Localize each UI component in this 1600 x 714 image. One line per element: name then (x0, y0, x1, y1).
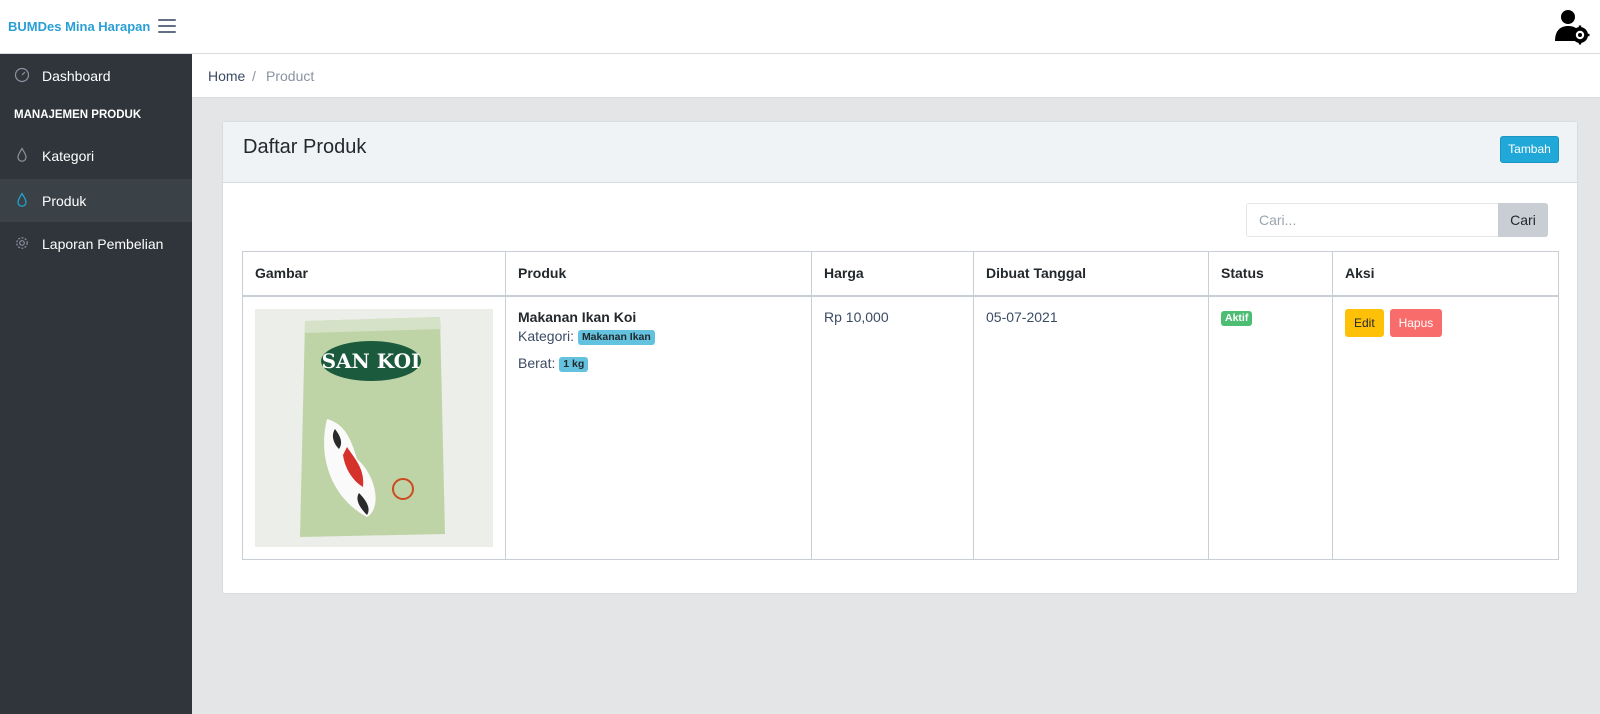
product-table: Gambar Produk Harga Dibuat Tanggal Statu… (242, 251, 1559, 560)
weight-label: Berat: (518, 354, 556, 371)
product-image: SAN KOI (255, 308, 493, 547)
user-settings-icon[interactable] (1552, 8, 1590, 46)
page-title: Daftar Produk (243, 136, 367, 158)
gear-icon (14, 235, 30, 251)
sidebar-item-dashboard[interactable]: Dashboard (0, 54, 192, 97)
column-header-status: Status (1208, 251, 1333, 297)
column-header-harga: Harga (811, 251, 974, 297)
card-header: Daftar Produk Tambah (223, 122, 1577, 183)
drop-icon (14, 147, 30, 163)
product-price: Rp 10,000 (824, 308, 889, 325)
status-badge: Aktif (1221, 310, 1253, 326)
speedometer-icon (14, 67, 30, 83)
sidebar-item-label: Laporan Pembelian (42, 236, 164, 252)
sidebar: Dashboard MANAJEMEN PRODUK Kategori Prod… (0, 54, 192, 714)
delete-button[interactable]: Hapus (1389, 308, 1443, 337)
sidebar-item-kategori[interactable]: Kategori (0, 134, 192, 177)
column-header-dibuat-tanggal: Dibuat Tanggal (973, 251, 1209, 297)
search-input[interactable] (1246, 203, 1499, 237)
drop-icon (14, 192, 30, 208)
column-header-gambar: Gambar (242, 251, 506, 297)
breadcrumb-current: Product (266, 68, 315, 84)
product-weight-line: Berat: 1 kg (518, 355, 799, 372)
add-product-button[interactable]: Tambah (1500, 136, 1559, 163)
product-name: Makanan Ikan Koi (518, 308, 637, 325)
breadcrumb-home-link[interactable]: Home (208, 68, 245, 84)
sidebar-item-laporan-pembelian[interactable]: Laporan Pembelian (0, 222, 192, 265)
sidebar-item-label: Kategori (42, 148, 95, 164)
sidebar-item-label: Produk (42, 193, 87, 209)
cell-price: Rp 10,000 (811, 295, 974, 560)
cell-image: SAN KOI (242, 295, 506, 560)
sidebar-section-title: MANAJEMEN PRODUK (14, 109, 142, 121)
product-category-line: Kategori: Makanan Ikan (518, 328, 799, 345)
column-header-produk: Produk (505, 251, 812, 297)
edit-button[interactable]: Edit (1345, 308, 1384, 337)
table-row: SAN KOI Makanan Ikan Koi Kategori: Makan… (242, 295, 1559, 560)
breadcrumb-separator: / (252, 68, 256, 84)
brand-name[interactable]: BUMDes Mina Harapan (8, 19, 150, 34)
hamburger-icon[interactable] (158, 18, 176, 34)
sidebar-item-produk[interactable]: Produk (0, 179, 192, 222)
column-header-aksi: Aksi (1332, 251, 1559, 297)
cell-status: Aktif (1208, 295, 1333, 560)
cell-product: Makanan Ikan Koi Kategori: Makanan Ikan … (505, 295, 812, 560)
weight-badge: 1 kg (559, 356, 589, 372)
cell-created-date: 05-07-2021 (973, 295, 1209, 560)
category-badge: Makanan Ikan (577, 329, 655, 345)
search-button[interactable]: Cari (1498, 203, 1548, 237)
top-header: BUMDes Mina Harapan (0, 0, 1600, 54)
cell-actions: Edit Hapus (1332, 295, 1559, 560)
product-brand: SAN KOI (322, 349, 421, 373)
sidebar-item-label: Dashboard (42, 68, 111, 84)
category-label: Kategori: (518, 327, 575, 344)
breadcrumb: Home / Product (192, 54, 1600, 98)
created-date: 05-07-2021 (986, 308, 1058, 325)
table-header-row: Gambar Produk Harga Dibuat Tanggal Statu… (242, 251, 1559, 297)
product-list-card: Daftar Produk Tambah Cari Gambar Produk … (222, 121, 1578, 594)
